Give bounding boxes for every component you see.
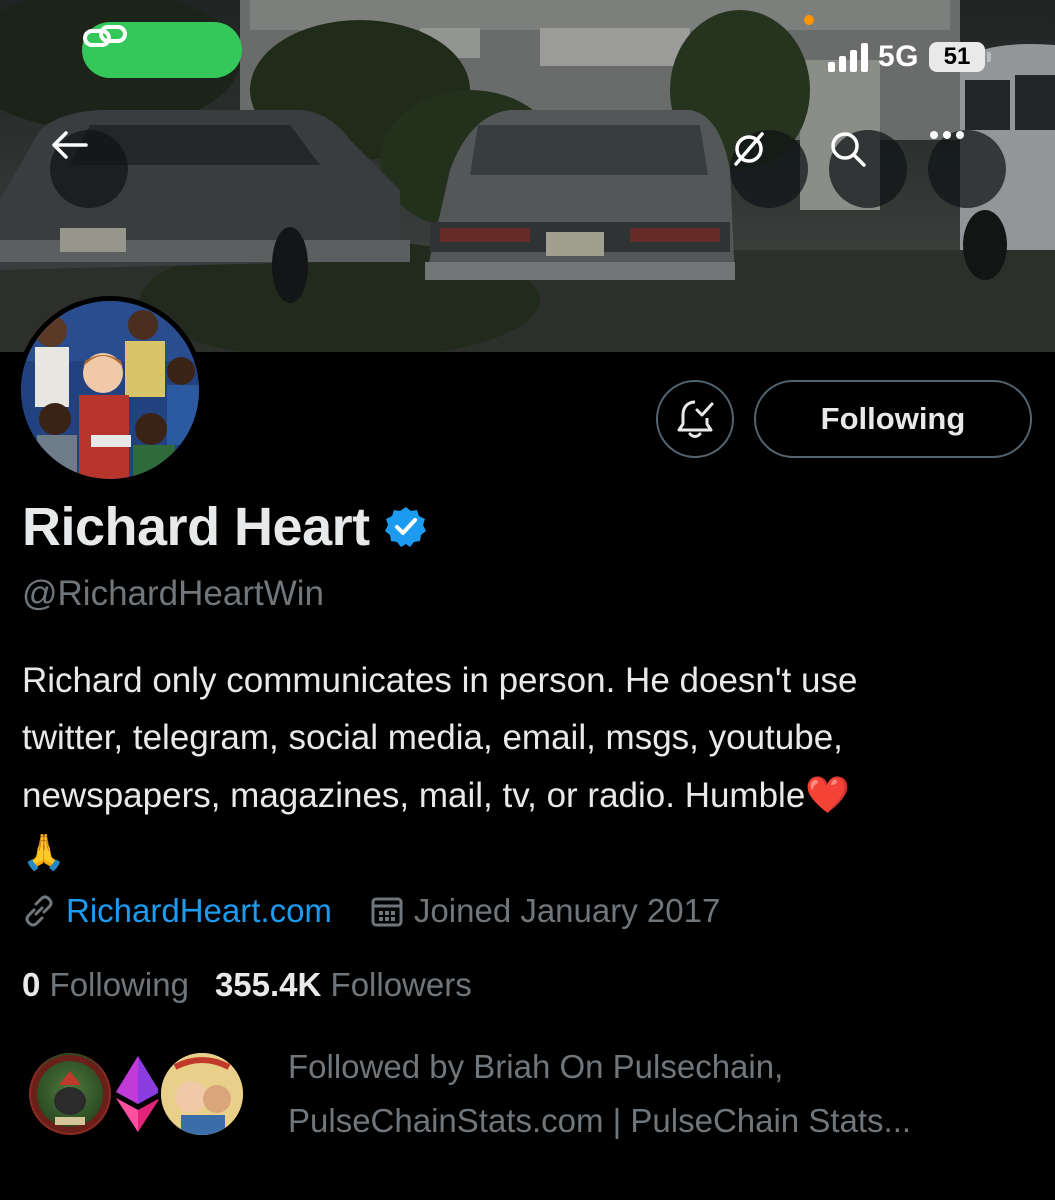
heart-emoji: ❤️ [805, 774, 851, 815]
battery-level: 51 [943, 43, 971, 70]
link-icon [83, 25, 127, 47]
website-item[interactable]: RichardHeart.com [22, 892, 332, 930]
following-button[interactable]: Following [754, 380, 1032, 458]
followed-by-row[interactable]: Followed by Briah On Pulsechain, PulseCh… [26, 1048, 911, 1148]
signal-icon [827, 42, 868, 72]
followers-label: Followers [330, 966, 472, 1003]
joined-date: Joined January 2017 [413, 892, 721, 929]
following-count: 0 [22, 966, 41, 1003]
pray-emoji: 🙏 [22, 833, 66, 872]
followed-by-text[interactable]: Followed by Briah On Pulsechain, PulseCh… [288, 1040, 911, 1148]
profile-meta: RichardHeart.com Joined January 2017 [22, 892, 758, 930]
notifications-button[interactable] [656, 380, 734, 458]
bell-check-icon [677, 400, 714, 438]
status-bar-right: 5G 51 [827, 40, 991, 74]
link-status-pill[interactable] [82, 22, 242, 78]
grok-icon [734, 132, 764, 166]
followers-count: 355.4K [214, 966, 322, 1003]
profile-bio: Richard only communicates in person. He … [22, 652, 1032, 881]
bio-line-3-text: newspapers, magazines, mail, tv, or radi… [22, 776, 806, 815]
following-stat[interactable]: 0 Following [22, 966, 189, 1004]
follow-stats: 0 Following 355.4K Followers [22, 966, 498, 1004]
search-icon [831, 132, 866, 167]
bio-line-2: twitter, telegram, social media, email, … [22, 718, 843, 757]
verified-badge-icon[interactable] [384, 505, 428, 549]
more-button[interactable] [928, 130, 1006, 208]
more-icon [930, 131, 964, 139]
follower-avatar-3 [158, 1050, 246, 1138]
followed-by-line-1: Followed by Briah On Pulsechain, [288, 1048, 784, 1085]
bio-line-3: newspapers, magazines, mail, tv, or radi… [22, 766, 1032, 824]
back-button[interactable] [50, 130, 128, 208]
search-button[interactable] [829, 130, 907, 208]
profile-avatar[interactable] [16, 296, 204, 484]
follower-avatar-1 [26, 1050, 114, 1138]
network-type: 5G [877, 40, 919, 73]
user-handle: @RichardHeartWin [22, 574, 324, 613]
privacy-indicator-dot [804, 15, 814, 25]
battery-icon: 51 [929, 42, 991, 72]
following-label: Following [49, 966, 189, 1003]
followers-stat[interactable]: 355.4K Followers [215, 966, 472, 1004]
website-link[interactable]: RichardHeart.com [66, 892, 332, 930]
followed-by-line-2: PulseChainStats.com | PulseChain Stats..… [288, 1102, 912, 1139]
profile-banner[interactable]: 5G 51 [0, 0, 1055, 352]
calendar-icon [371, 897, 403, 927]
avatar-photo [21, 301, 199, 479]
display-name: Richard Heart [22, 497, 370, 557]
link-icon [25, 895, 53, 927]
grok-button[interactable] [730, 130, 808, 208]
bio-line-1: Richard only communicates in person. He … [22, 661, 858, 700]
followed-by-avatars [26, 1050, 246, 1138]
back-arrow-icon [52, 131, 88, 159]
profile-name-row: Richard Heart [22, 496, 428, 558]
joined-item: Joined January 2017 [370, 892, 720, 930]
